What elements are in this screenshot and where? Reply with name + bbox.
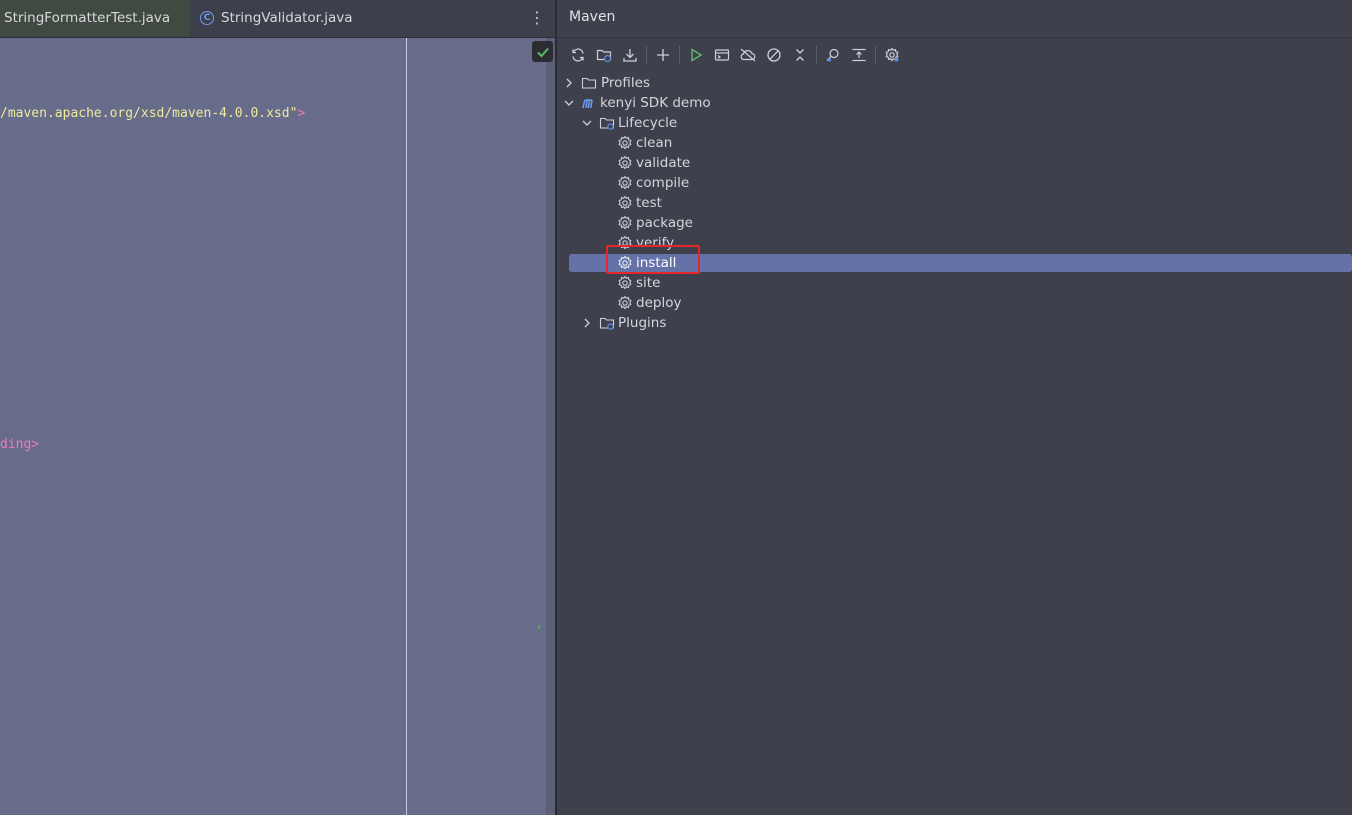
gear-icon bbox=[617, 275, 633, 291]
lifecycle-goal-package[interactable]: package bbox=[557, 213, 1352, 233]
tree-item-project[interactable]: kenyi SDK demo bbox=[557, 93, 1352, 113]
reload-icon[interactable] bbox=[565, 42, 591, 68]
tab-label: StringFormatterTest.java bbox=[4, 10, 171, 26]
editor-tab-bar: StringFormatterTest.java C StringValidat… bbox=[0, 0, 556, 38]
offline-icon[interactable] bbox=[735, 42, 761, 68]
lifecycle-goal-test[interactable]: test bbox=[557, 193, 1352, 213]
add-icon[interactable] bbox=[650, 42, 676, 68]
show-deps-icon[interactable] bbox=[846, 42, 872, 68]
gear-icon bbox=[617, 155, 633, 171]
editor-pane: StringFormatterTest.java C StringValidat… bbox=[0, 0, 556, 815]
class-icon: C bbox=[200, 11, 214, 25]
maven-toolbar bbox=[565, 42, 905, 68]
editor-scrollbar[interactable] bbox=[546, 38, 555, 815]
code-editor[interactable]: /maven.apache.org/xsd/maven-4.0.0.xsd"> … bbox=[0, 38, 556, 815]
run-icon[interactable] bbox=[683, 42, 709, 68]
tab-label: StringValidator.java bbox=[221, 10, 353, 26]
tree-label: deploy bbox=[636, 295, 682, 311]
tree-item-profiles[interactable]: Profiles bbox=[557, 73, 1352, 93]
tab-string-validator[interactable]: C StringValidator.java bbox=[200, 0, 353, 36]
gear-icon bbox=[617, 215, 633, 231]
tree-label: validate bbox=[636, 155, 691, 171]
maven-title: Maven bbox=[569, 9, 616, 25]
chevron-down-icon[interactable] bbox=[580, 116, 594, 130]
tree-label: Lifecycle bbox=[618, 115, 678, 131]
right-margin-guide bbox=[406, 38, 407, 815]
code-string: /maven.apache.org/xsd/maven-4.0.0.xsd" bbox=[0, 106, 298, 121]
tree-label: Profiles bbox=[601, 75, 651, 91]
maven-header: Maven bbox=[557, 0, 1352, 38]
code-line: ding> bbox=[0, 437, 39, 452]
reload-folder-icon[interactable] bbox=[591, 42, 617, 68]
annotation-highlight-box bbox=[606, 245, 700, 274]
lifecycle-goal-clean[interactable]: clean bbox=[557, 133, 1352, 153]
toolbar-separator bbox=[679, 46, 680, 64]
toolbar-separator bbox=[875, 46, 876, 64]
lifecycle-goal-deploy[interactable]: deploy bbox=[557, 293, 1352, 313]
gear-icon bbox=[617, 195, 633, 211]
skip-tests-icon[interactable] bbox=[761, 42, 787, 68]
tree-item-lifecycle[interactable]: Lifecycle bbox=[557, 113, 1352, 133]
lifecycle-goal-site[interactable]: site bbox=[557, 273, 1352, 293]
tree-label: test bbox=[636, 195, 662, 211]
code-tag: > bbox=[297, 106, 306, 121]
lifecycle-folder-icon bbox=[599, 115, 615, 131]
tree-label: Plugins bbox=[618, 315, 667, 331]
inspection-ok-icon[interactable] bbox=[532, 41, 553, 62]
chevron-right-icon[interactable] bbox=[580, 316, 594, 330]
code-tag: ding> bbox=[0, 437, 40, 452]
plugins-folder-icon bbox=[599, 315, 615, 331]
tree-label: kenyi SDK demo bbox=[600, 95, 711, 111]
tree-label: clean bbox=[636, 135, 673, 151]
folder-icon bbox=[581, 75, 597, 91]
chevron-down-icon[interactable] bbox=[562, 96, 576, 110]
analyze-icon[interactable] bbox=[820, 42, 846, 68]
tab-string-formatter-test[interactable]: StringFormatterTest.java bbox=[0, 0, 190, 36]
settings-icon[interactable] bbox=[879, 42, 905, 68]
maven-project-icon bbox=[581, 95, 597, 111]
tree-label: package bbox=[636, 215, 693, 231]
collapse-icon[interactable] bbox=[787, 42, 813, 68]
run-config-icon[interactable] bbox=[709, 42, 735, 68]
change-marker bbox=[538, 625, 540, 629]
chevron-right-icon[interactable] bbox=[562, 76, 576, 90]
tab-menu-button[interactable]: ⋮ bbox=[528, 6, 546, 30]
tree-label: site bbox=[636, 275, 661, 291]
maven-tool-window: Maven Profiles kenyi SDK demo Lifecycle … bbox=[557, 0, 1352, 815]
tree-label: compile bbox=[636, 175, 690, 191]
gear-icon bbox=[617, 135, 633, 151]
lifecycle-goal-validate[interactable]: validate bbox=[557, 153, 1352, 173]
lifecycle-goal-compile[interactable]: compile bbox=[557, 173, 1352, 193]
download-icon[interactable] bbox=[617, 42, 643, 68]
toolbar-separator bbox=[646, 46, 647, 64]
code-line: /maven.apache.org/xsd/maven-4.0.0.xsd"> bbox=[0, 106, 305, 121]
gear-icon bbox=[617, 295, 633, 311]
tree-item-plugins[interactable]: Plugins bbox=[557, 313, 1352, 333]
toolbar-separator bbox=[816, 46, 817, 64]
gear-icon bbox=[617, 175, 633, 191]
